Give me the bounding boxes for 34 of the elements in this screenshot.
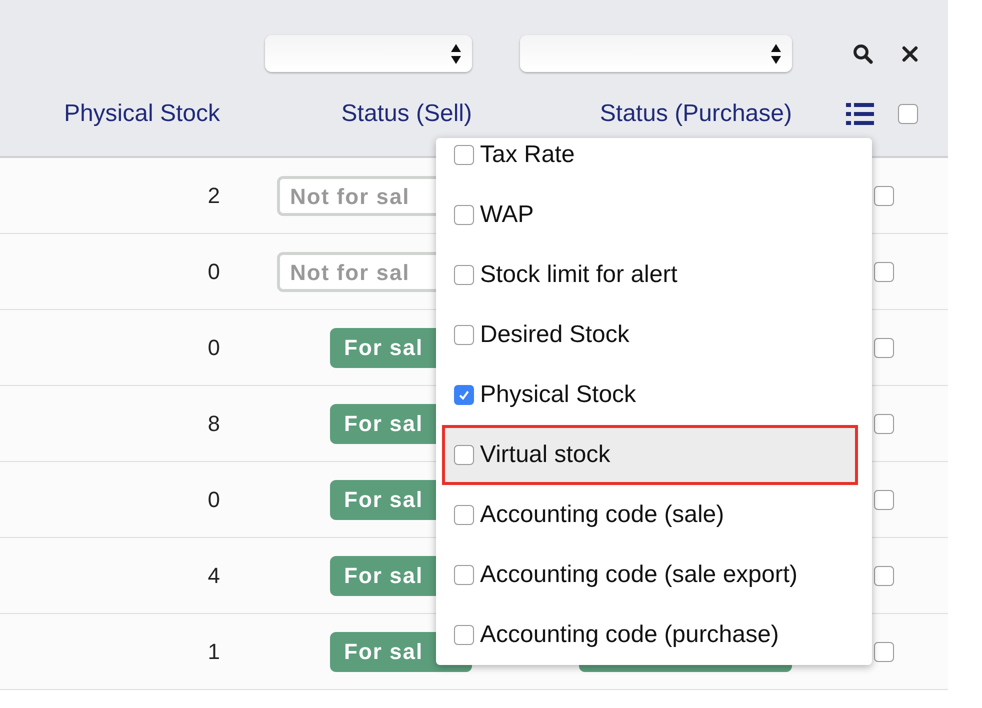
select-all-checkbox[interactable] <box>898 104 918 124</box>
check-icon <box>457 388 471 402</box>
checkbox[interactable] <box>454 625 474 645</box>
stock-value: 0 <box>208 258 220 284</box>
row-checkbox[interactable] <box>874 566 894 586</box>
checkbox[interactable] <box>454 505 474 525</box>
up-down-icon <box>770 42 782 64</box>
stock-value: 8 <box>208 410 220 436</box>
checkbox[interactable] <box>454 205 474 225</box>
checkbox[interactable] <box>454 265 474 285</box>
close-icon[interactable] <box>902 46 918 62</box>
list-icon[interactable] <box>846 103 874 125</box>
column-header[interactable]: Status (Sell) <box>341 100 472 128</box>
row-checkbox[interactable] <box>874 490 894 510</box>
stock-value: 1 <box>208 638 220 664</box>
row-checkbox[interactable] <box>874 642 894 662</box>
checkbox[interactable] <box>454 145 474 165</box>
up-down-icon <box>450 42 462 64</box>
stock-value: 2 <box>208 182 220 208</box>
row-checkbox[interactable] <box>874 338 894 358</box>
stock-value: 4 <box>208 562 220 588</box>
checkbox[interactable] <box>454 445 474 465</box>
checkbox[interactable] <box>454 565 474 585</box>
checkbox[interactable] <box>454 385 474 405</box>
row-checkbox[interactable] <box>874 186 894 206</box>
search-icon[interactable] <box>852 42 874 64</box>
stock-value: 0 <box>208 334 220 360</box>
checkbox[interactable] <box>454 325 474 345</box>
stock-value: 0 <box>208 486 220 512</box>
column-header[interactable]: Physical Stock <box>64 100 220 128</box>
column-option[interactable]: Virtual stock <box>445 428 855 482</box>
column-header[interactable]: Status (Purchase) <box>600 100 792 128</box>
row-checkbox[interactable] <box>874 414 894 434</box>
row-checkbox[interactable] <box>874 262 894 282</box>
